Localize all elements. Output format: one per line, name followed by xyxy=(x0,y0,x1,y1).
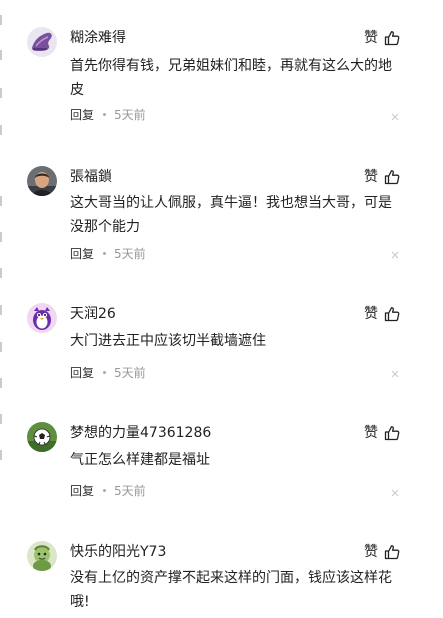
comment-meta: 回复 5天前 xyxy=(70,105,146,123)
separator-dot xyxy=(103,488,107,492)
edge-mark xyxy=(0,450,2,460)
like-button[interactable]: 赞 xyxy=(364,304,400,324)
reply-button[interactable]: 回复 xyxy=(70,245,94,262)
comment-meta: 回复 5天前 xyxy=(70,481,146,499)
man-photo-avatar[interactable] xyxy=(27,166,57,196)
edge-mark xyxy=(0,414,2,424)
edge-mark xyxy=(0,15,2,25)
close-icon[interactable] xyxy=(390,369,400,379)
edge-mark xyxy=(0,268,2,278)
separator-dot xyxy=(103,251,107,255)
comment-meta: 回复 5天前 xyxy=(70,244,146,262)
like-button[interactable]: 赞 xyxy=(364,167,400,187)
comment-text: 这大哥当的让人佩服，真牛逼！我也想当大哥，可是 没那个能力 xyxy=(70,195,392,235)
reply-button[interactable]: 回复 xyxy=(70,364,94,381)
comment-time: 5天前 xyxy=(114,483,146,498)
like-button[interactable]: 赞 xyxy=(364,28,400,48)
cartoon-penguin-avatar[interactable] xyxy=(27,303,57,333)
thumbs-up-icon xyxy=(384,306,400,322)
comment-time: 5天前 xyxy=(114,107,146,122)
comment-meta: 回复 5天前 xyxy=(70,363,146,381)
soccer-ball-avatar[interactable] xyxy=(27,422,57,452)
comment-time: 5天前 xyxy=(114,365,146,380)
edge-mark xyxy=(0,196,2,206)
thumbs-up-icon xyxy=(384,169,400,185)
comment-text: 气正怎么样建都是福址 xyxy=(70,452,210,468)
close-icon[interactable] xyxy=(390,488,400,498)
purple-shoe-avatar[interactable] xyxy=(27,27,57,57)
comment-username[interactable]: 糊涂难得 xyxy=(70,28,126,48)
like-label: 赞 xyxy=(364,544,378,560)
comment-text: 首先你得有钱，兄弟姐妹们和睦，再就有这么大的地 皮 xyxy=(70,58,392,98)
edge-mark xyxy=(0,232,2,242)
comment-username[interactable]: 天润26 xyxy=(70,304,116,324)
reply-button[interactable]: 回复 xyxy=(70,106,94,123)
like-label: 赞 xyxy=(364,425,378,441)
edge-mark xyxy=(0,342,2,352)
like-button[interactable]: 赞 xyxy=(364,423,400,443)
edge-mark xyxy=(0,88,2,98)
edge-mark xyxy=(0,378,2,388)
like-label: 赞 xyxy=(364,306,378,322)
thumbs-up-icon xyxy=(384,544,400,560)
comment-username[interactable]: 快乐的阳光Y73 xyxy=(70,542,166,562)
reply-button[interactable]: 回复 xyxy=(70,482,94,499)
thumbs-up-icon xyxy=(384,425,400,441)
comment-username[interactable]: 張福鎖 xyxy=(70,167,112,187)
separator-dot xyxy=(103,112,107,116)
comment-text: 大门进去正中应该切半截墙遮住 xyxy=(70,333,266,349)
comment-time: 5天前 xyxy=(114,246,146,261)
left-edge-strip xyxy=(0,0,3,618)
like-button[interactable]: 赞 xyxy=(364,542,400,562)
separator-dot xyxy=(103,370,107,374)
thumbs-up-icon xyxy=(384,30,400,46)
close-icon[interactable] xyxy=(390,250,400,260)
comment-username[interactable]: 梦想的力量47361286 xyxy=(70,423,211,443)
like-label: 赞 xyxy=(364,169,378,185)
edge-mark xyxy=(0,50,2,60)
like-label: 赞 xyxy=(364,30,378,46)
cartoon-character-avatar[interactable] xyxy=(27,541,57,571)
edge-mark xyxy=(0,305,2,315)
edge-mark xyxy=(0,125,2,135)
close-icon[interactable] xyxy=(390,112,400,122)
comment-text: 没有上亿的资产撑不起来这样的门面，钱应该这样花 哦! xyxy=(70,570,392,610)
